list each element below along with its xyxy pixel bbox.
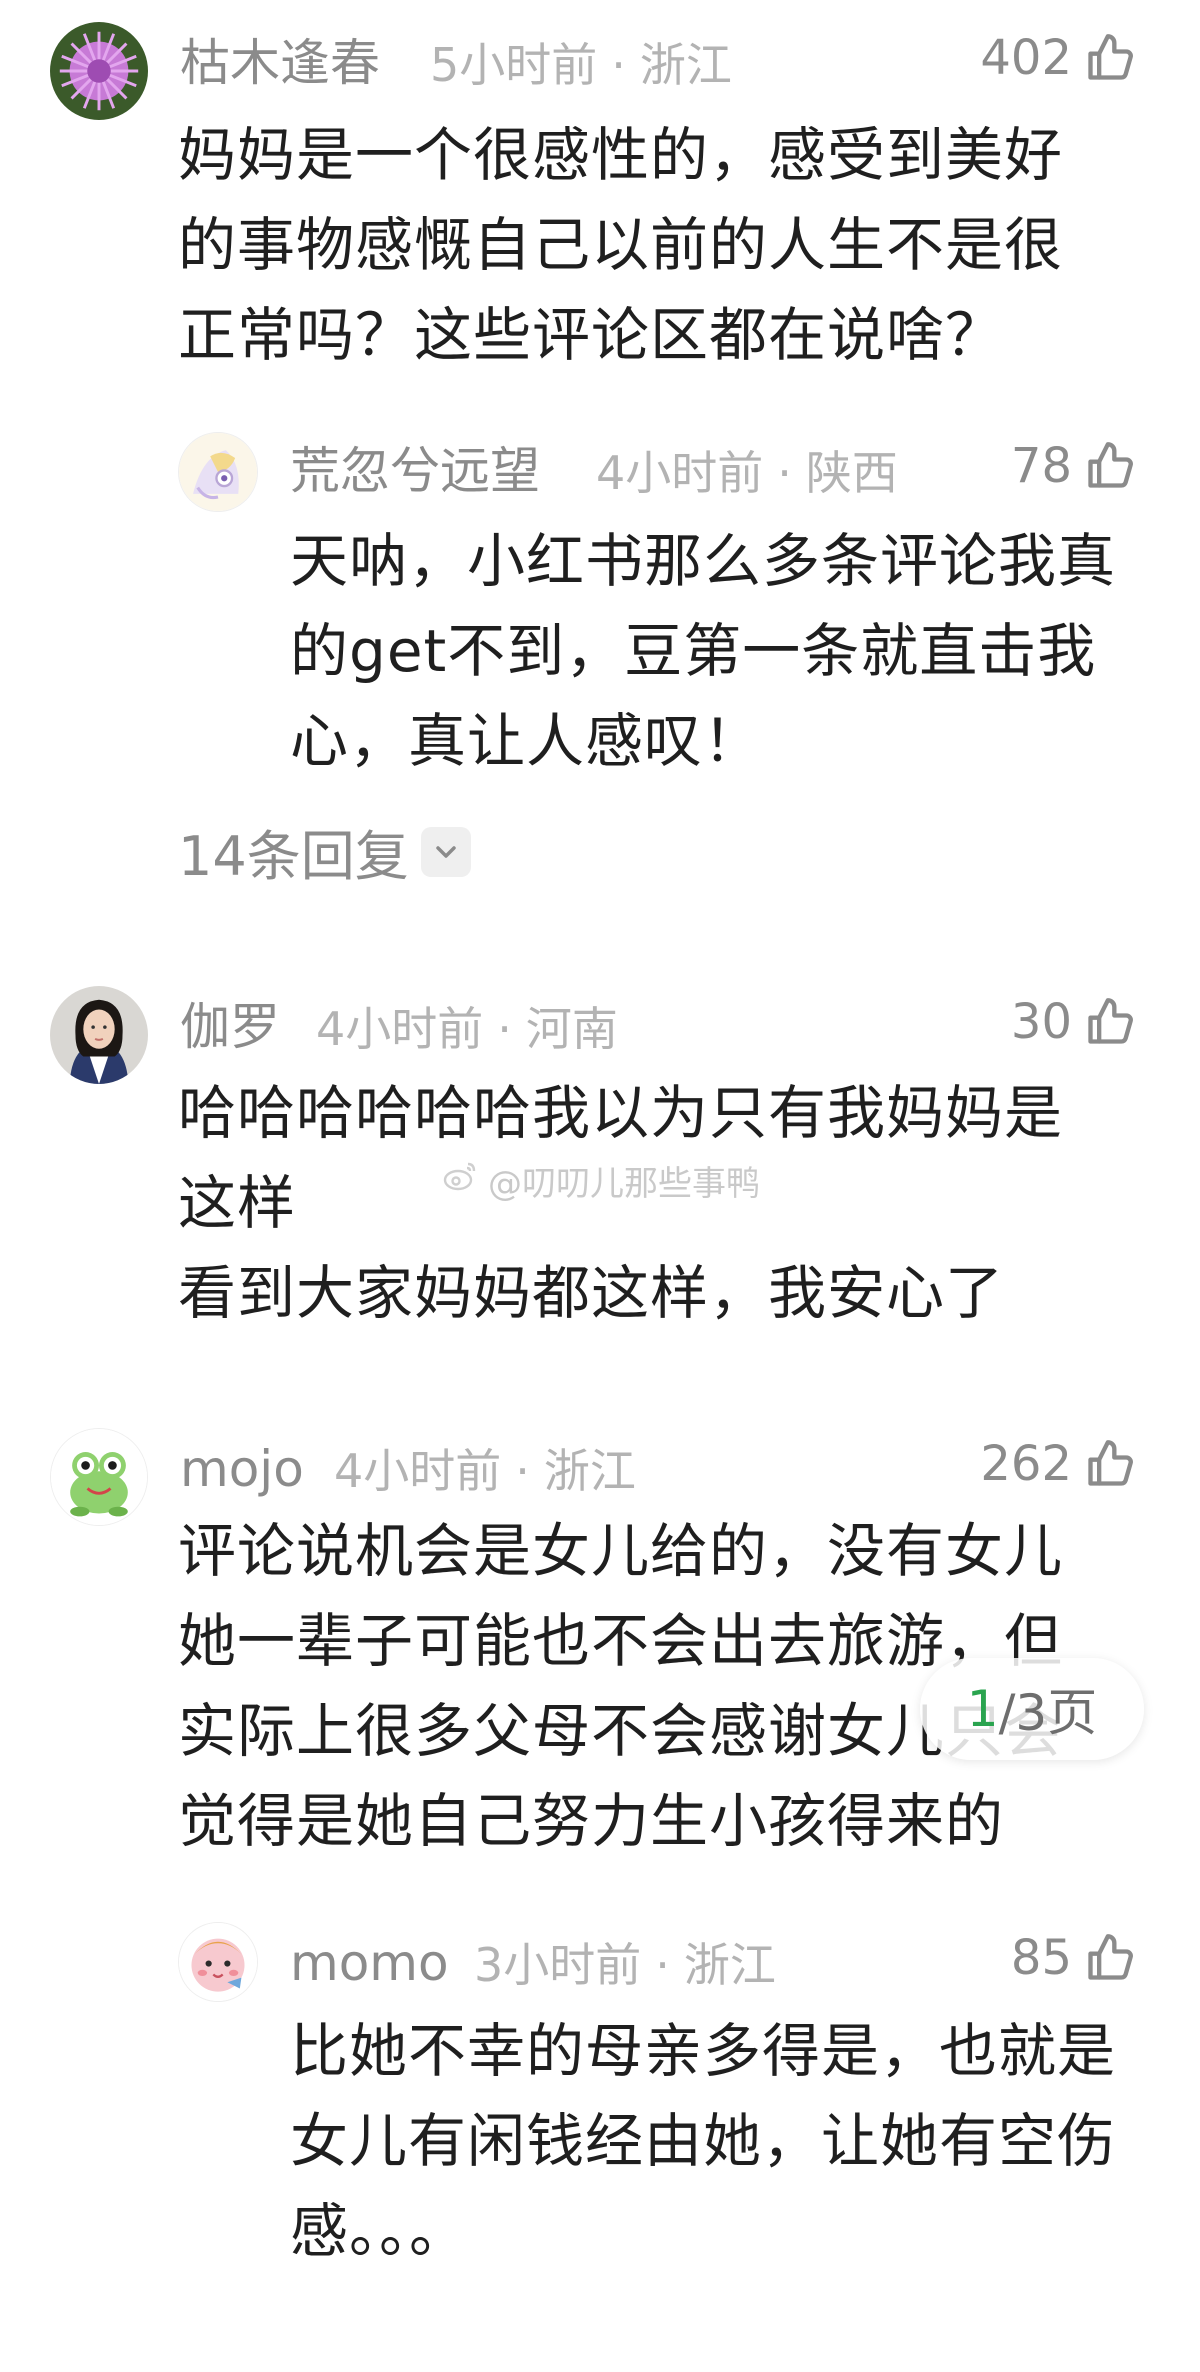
like-button[interactable]: 85 [1011,1932,1136,1984]
meta-separator: · [515,1444,530,1498]
comment-time: 4小时前 [316,1002,484,1056]
like-button[interactable]: 402 [980,32,1136,84]
meta-separator: · [611,38,626,92]
page-current: 1 [966,1680,999,1738]
expand-replies-button[interactable]: 14条回复 [178,812,471,891]
weibo-logo-icon [440,1156,480,1205]
comment-meta: 5小时前 · 浙江 [430,42,732,88]
reply-time: 4小时前 [596,446,764,500]
comment-time: 5小时前 [430,38,598,92]
avatar[interactable] [178,1922,258,2002]
meta-separator: · [497,1002,512,1056]
like-button[interactable]: 30 [1011,996,1136,1048]
reply-time: 3小时前 [474,1938,642,1992]
thumbs-up-icon [1084,996,1136,1048]
reply-meta: 3小时前 · 浙江 [474,1942,776,1988]
comment-location: 河南 [525,1002,618,1056]
like-count: 85 [1010,1930,1072,1986]
thumbs-up-icon [1084,1438,1136,1490]
meta-separator: · [655,1938,670,1992]
reply-count-label: 14条回复 [178,825,409,888]
avatar[interactable] [50,986,148,1084]
comment-author-name[interactable]: 枯木逢春 [180,38,380,88]
comment-location: 浙江 [543,1444,636,1498]
reply-location: 浙江 [683,1938,776,1992]
comment-meta: 4小时前 · 河南 [316,1006,618,1052]
watermark: @叨叨儿那些事鸭 [440,1156,760,1205]
like-count: 262 [980,1436,1072,1492]
comment-author-name[interactable]: mojo [180,1444,304,1494]
comment-meta: 4小时前 · 浙江 [334,1448,636,1494]
avatar[interactable] [178,432,258,512]
page-indicator[interactable]: 1/3页 [920,1658,1144,1760]
comment-time: 4小时前 [334,1444,502,1498]
reply-text: 天呐，小红书那么多条评论我真 的get不到，豆第一条就直击我 心，真让人感叹！ [290,527,1117,775]
reply-meta: 4小时前 · 陕西 [596,450,898,496]
reply-text: 比她不幸的母亲多得是，也就是 女儿有闲钱经由她，让她有空伤 感。。。 [290,2017,1117,2265]
chevron-down-icon [420,826,471,877]
like-button[interactable]: 262 [980,1438,1136,1490]
comment-location: 浙江 [639,38,732,92]
like-button[interactable]: 78 [1011,440,1136,492]
avatar[interactable] [50,22,148,120]
like-count: 30 [1010,994,1072,1050]
like-count: 78 [1010,438,1072,494]
like-count: 402 [980,30,1072,86]
reply-author-name[interactable]: momo [290,1938,449,1988]
thumbs-up-icon [1084,1932,1136,1984]
avatar[interactable] [50,1428,148,1526]
meta-separator: · [777,446,792,500]
comment-author-name[interactable]: 伽罗 [180,1002,280,1052]
page-total: /3页 [998,1684,1098,1742]
watermark-text: @叨叨儿那些事鸭 [488,1164,760,1204]
reply-location: 陕西 [805,446,898,500]
thumbs-up-icon [1084,440,1136,492]
thumbs-up-icon [1084,32,1136,84]
comment-text: 妈妈是一个很感性的，感受到美好 的事物感慨自己以前的人生不是很 正常吗？这些评论… [178,121,1064,369]
reply-author-name[interactable]: 荒忽兮远望 [290,446,540,496]
